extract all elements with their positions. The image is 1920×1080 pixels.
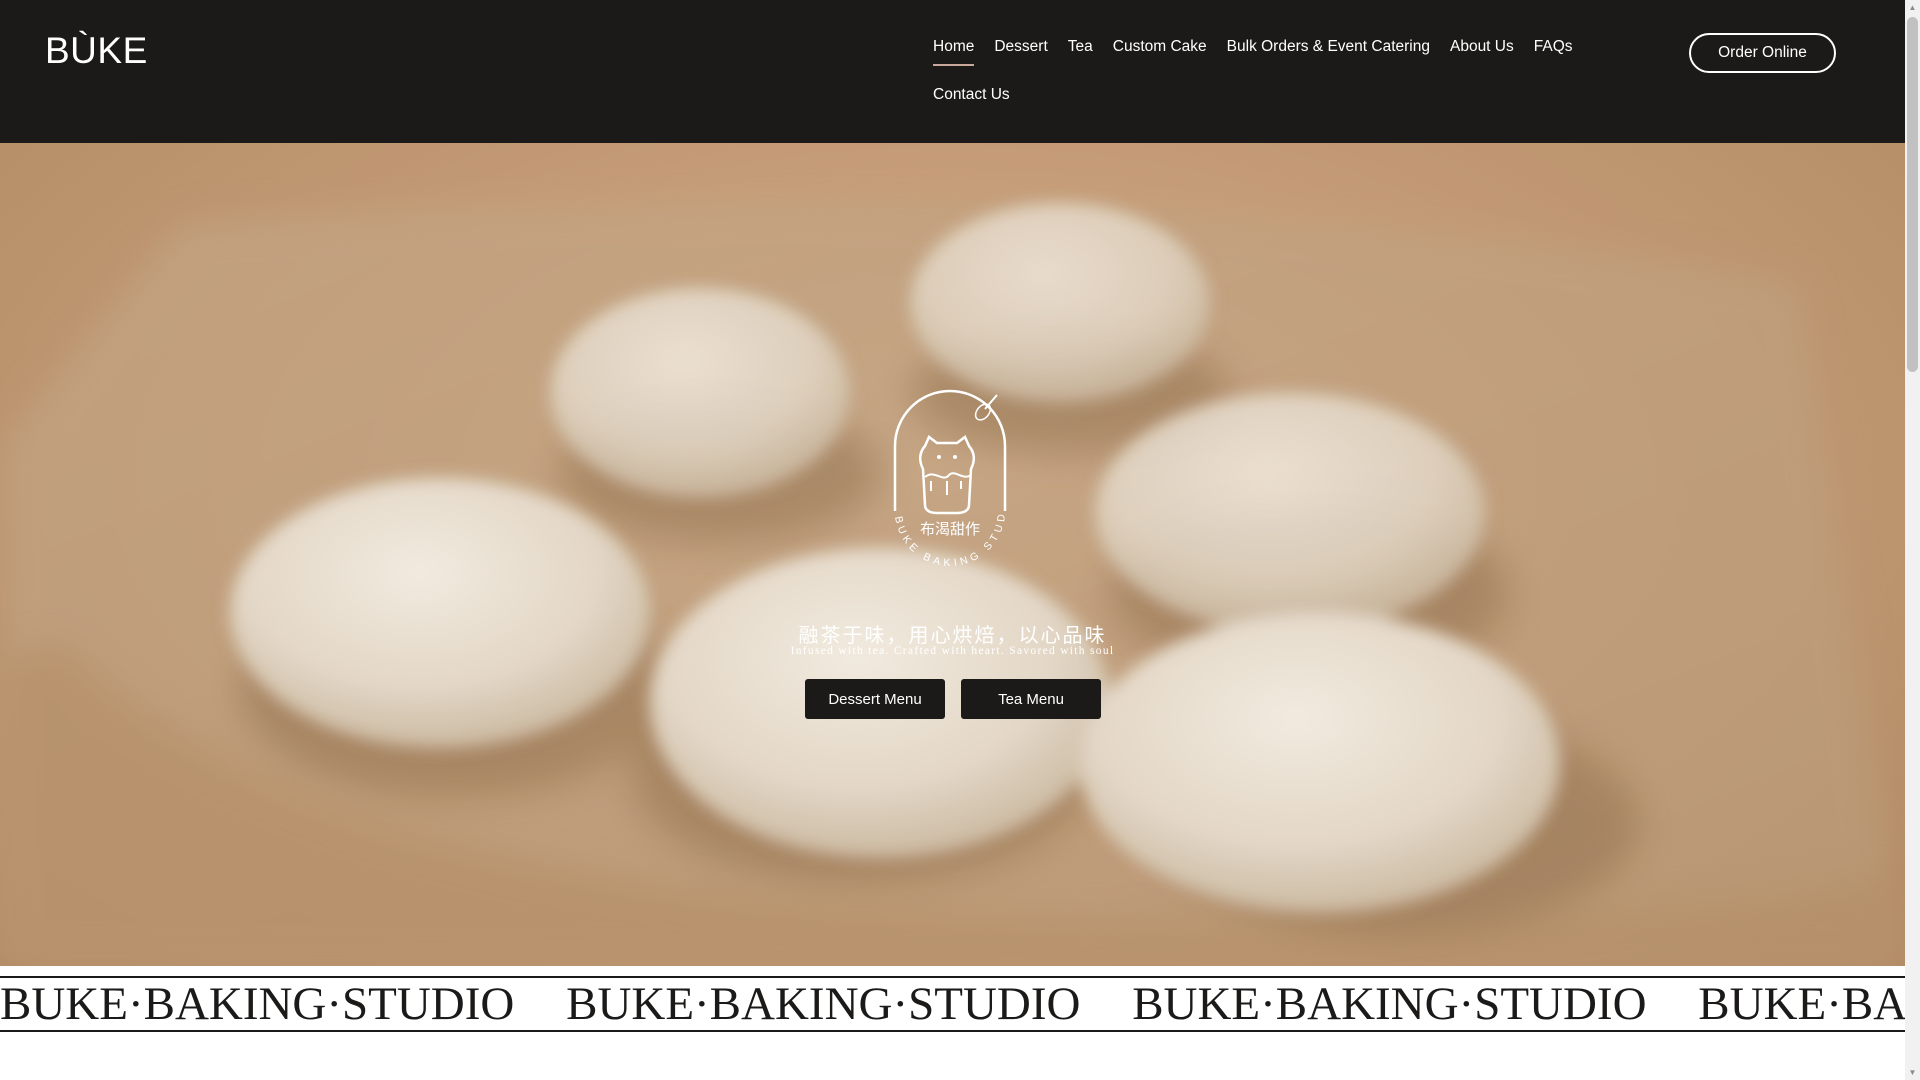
hero-tagline-en: Infused with tea. Crafted with heart. Sa… <box>790 645 1115 657</box>
hero-tagline-cn: 融茶于味，用心烘焙，以心品味 <box>798 623 1107 647</box>
nav-item-tea[interactable]: Tea <box>1068 38 1093 66</box>
nav-item-custom-cake[interactable]: Custom Cake <box>1113 38 1207 66</box>
scroll-down-arrow-icon[interactable]: ▼ <box>1905 1065 1920 1080</box>
nav-item-home[interactable]: Home <box>933 38 975 66</box>
order-online-button[interactable]: Order Online <box>1689 33 1836 73</box>
marquee-item: BUKE·BAKING·STUDIO <box>1132 978 1647 1030</box>
brand-marquee: BUKE·BAKING·STUDIO BUKE·BAKING·STUDIO BU… <box>0 976 1905 1032</box>
tea-menu-button[interactable]: Tea Menu <box>961 679 1101 719</box>
nav-item-faqs[interactable]: FAQs <box>1534 38 1573 66</box>
scrollbar-thumb[interactable] <box>1907 17 1918 372</box>
site-logo[interactable]: BÙKE <box>45 30 148 72</box>
emblem-cn-name: 布渴甜作 <box>920 520 980 538</box>
scroll-up-arrow-icon[interactable]: ▲ <box>1905 0 1920 15</box>
nav-item-contact-us[interactable]: Contact Us <box>933 86 1010 114</box>
nav-item-about-us[interactable]: About Us <box>1450 38 1514 66</box>
marquee-track: BUKE·BAKING·STUDIO BUKE·BAKING·STUDIO BU… <box>0 978 1905 1030</box>
main-nav: Home Dessert Tea Custom Cake Bulk Orders… <box>933 38 1573 114</box>
marquee-item: BUKE·BAKING·STUDIO <box>1698 978 1905 1030</box>
marquee-item: BUKE·BAKING·STUDIO <box>0 978 515 1030</box>
nav-item-dessert[interactable]: Dessert <box>994 38 1047 66</box>
site-header: BÙKE Home Dessert Tea Custom Cake Bulk O… <box>0 0 1905 143</box>
nav-item-bulk-orders[interactable]: Bulk Orders & Event Catering <box>1227 38 1430 66</box>
marquee-item: BUKE·BAKING·STUDIO <box>566 978 1081 1030</box>
hero-section: 布渴甜作 BUKE BAKING STUDIO 融茶于味，用心烘焙，以心品味 I… <box>0 143 1905 966</box>
dessert-menu-button[interactable]: Dessert Menu <box>805 679 945 719</box>
buke-baking-studio-emblem: 布渴甜作 BUKE BAKING STUDIO <box>885 381 1007 569</box>
page-scrollbar[interactable]: ▲ ▼ <box>1905 0 1920 1080</box>
